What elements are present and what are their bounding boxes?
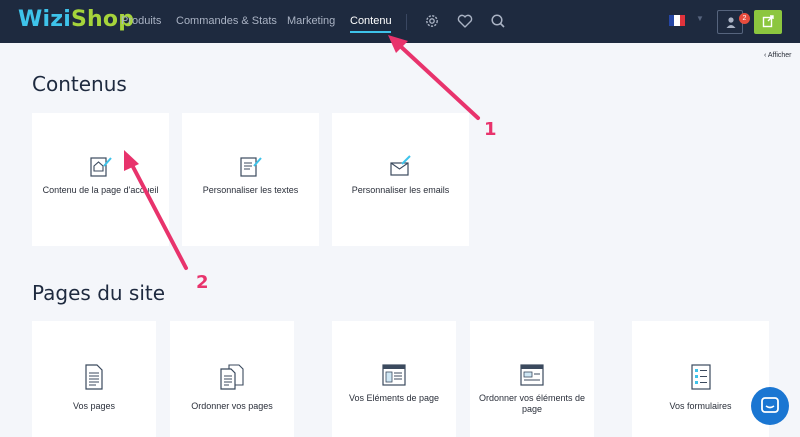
annotation-arrow-2: [124, 150, 188, 270]
annotation-number-2: 2: [196, 272, 209, 293]
annotation-arrow-1: [388, 35, 480, 120]
chat-icon: [761, 397, 779, 413]
annotation-arrows: [124, 35, 480, 270]
annotation-number-1: 1: [484, 119, 497, 140]
chat-widget-button[interactable]: [751, 387, 789, 425]
